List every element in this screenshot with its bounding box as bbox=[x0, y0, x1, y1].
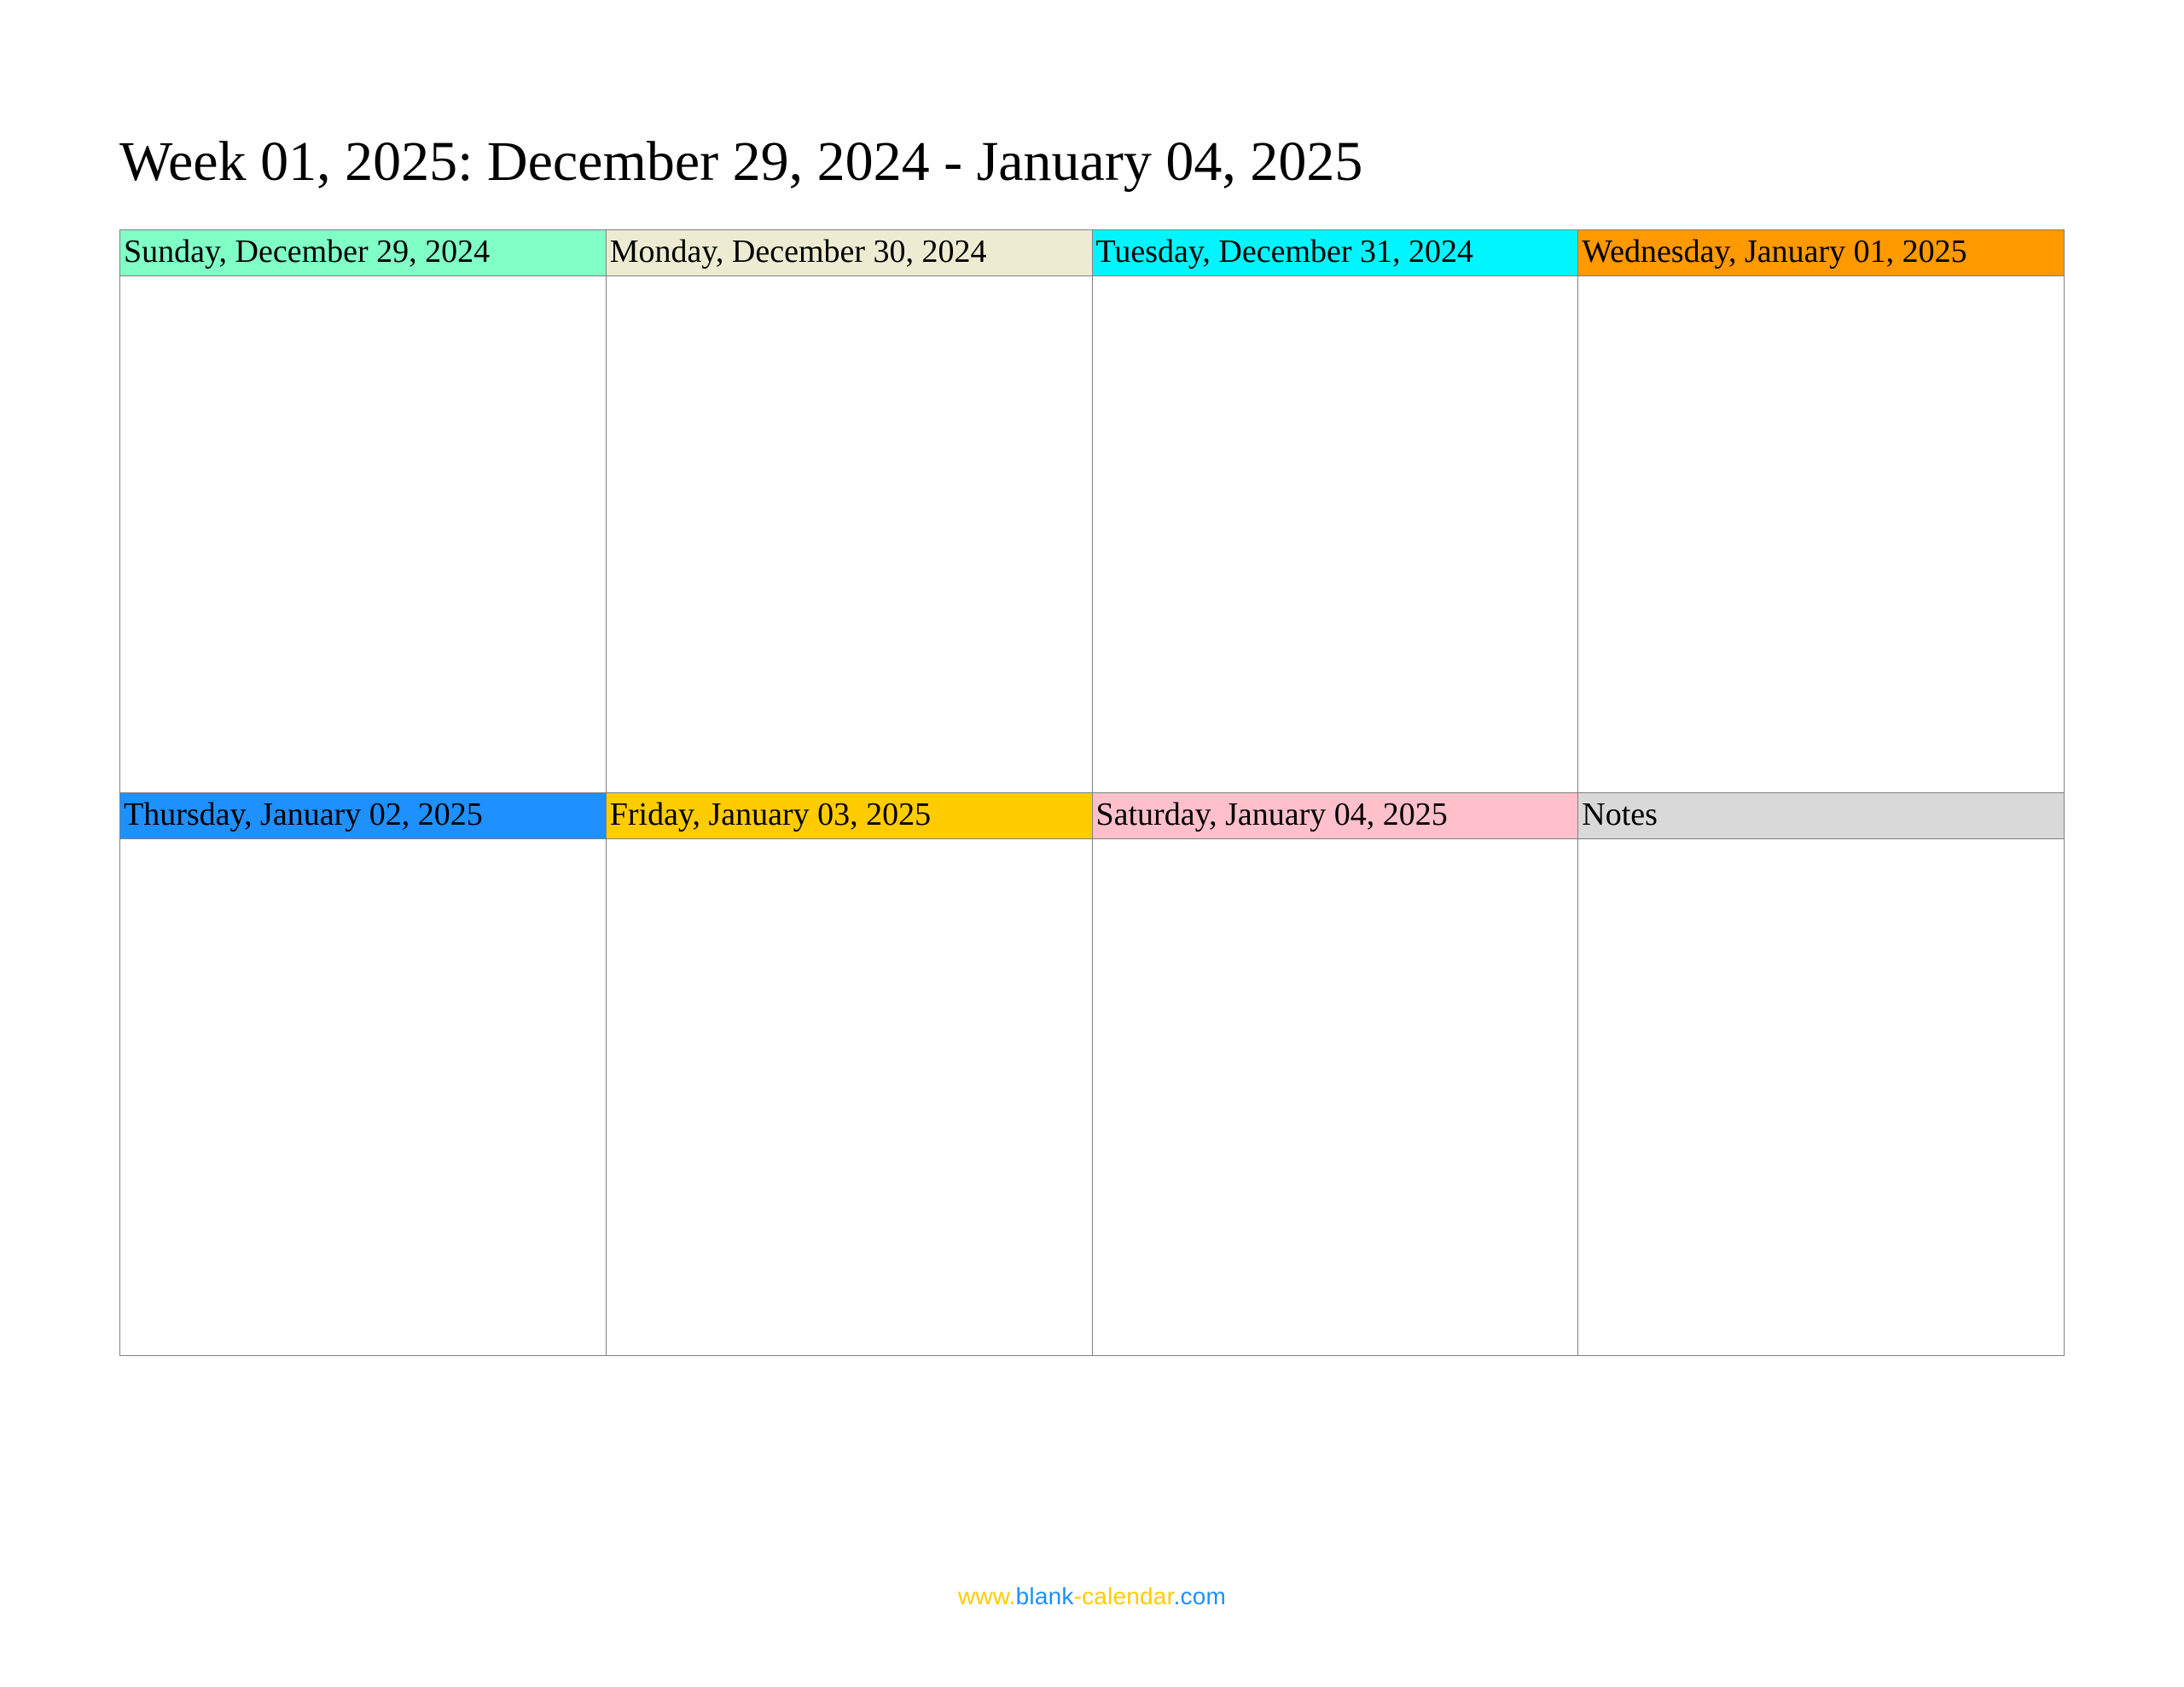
week-grid: Sunday, December 29, 2024 Monday, Decemb… bbox=[119, 229, 2065, 1356]
footer-blank: blank bbox=[1016, 1583, 1074, 1609]
day-cell-friday[interactable] bbox=[606, 838, 1092, 1355]
footer-com: .com bbox=[1174, 1583, 1226, 1609]
day-header-wednesday: Wednesday, January 01, 2025 bbox=[1577, 229, 2064, 275]
day-header-saturday: Saturday, January 04, 2025 bbox=[1092, 792, 1578, 838]
day-header-monday: Monday, December 30, 2024 bbox=[606, 229, 1092, 275]
notes-cell[interactable] bbox=[1577, 838, 2064, 1355]
day-cell-saturday[interactable] bbox=[1092, 838, 1578, 1355]
day-header-thursday: Thursday, January 02, 2025 bbox=[119, 792, 606, 838]
day-header-friday: Friday, January 03, 2025 bbox=[606, 792, 1092, 838]
day-header-sunday: Sunday, December 29, 2024 bbox=[119, 229, 606, 275]
footer-link[interactable]: www.blank-calendar.com bbox=[0, 1583, 2184, 1610]
day-cell-monday[interactable] bbox=[606, 275, 1092, 792]
page-title: Week 01, 2025: December 29, 2024 - Janua… bbox=[119, 128, 2065, 195]
footer-cal: -calendar bbox=[1074, 1583, 1174, 1609]
day-header-tuesday: Tuesday, December 31, 2024 bbox=[1092, 229, 1578, 275]
notes-header: Notes bbox=[1577, 792, 2064, 838]
day-cell-tuesday[interactable] bbox=[1092, 275, 1578, 792]
day-cell-wednesday[interactable] bbox=[1577, 275, 2064, 792]
day-cell-sunday[interactable] bbox=[119, 275, 606, 792]
calendar-page: Week 01, 2025: December 29, 2024 - Janua… bbox=[0, 0, 2184, 1687]
footer-www: www. bbox=[958, 1583, 1016, 1609]
day-cell-thursday[interactable] bbox=[119, 838, 606, 1355]
